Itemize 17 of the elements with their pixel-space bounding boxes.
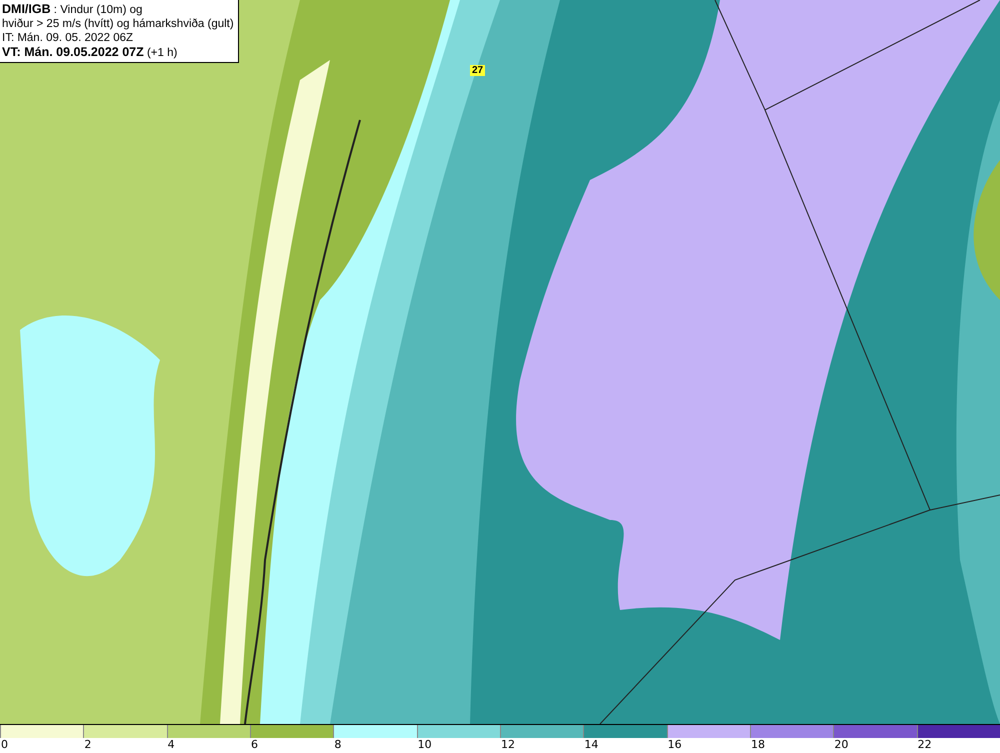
legend-tick-label: 22 <box>916 738 933 752</box>
legend-tick-label: 20 <box>833 738 850 752</box>
title-text: VT: Mán. 09.05.2022 07Z (+1 h) <box>2 45 178 60</box>
title-text: hviður > 25 m/s (hvítt) og hámarkshviða (gult) <box>2 17 234 31</box>
legend-tick-label: 10 <box>416 738 433 752</box>
legend-tick-label: 14 <box>583 738 600 752</box>
legend-tick-label: 18 <box>750 738 766 752</box>
gust-label: 27 <box>470 65 486 76</box>
title-text: IT: Mán. 09. 05. 2022 06Z <box>2 31 134 45</box>
legend-tick-label: 8 <box>333 738 342 752</box>
legend-tick-label: 12 <box>500 738 516 752</box>
legend-tick-label: 16 <box>666 738 683 752</box>
title-text: DMI/IGB : Vindur (10m) og <box>2 2 144 17</box>
legend-tick-label: 2 <box>83 738 92 752</box>
legend-tick-label: 4 <box>166 738 176 752</box>
legend-tick-label: 6 <box>250 738 259 752</box>
legend-tick-label: 0 <box>0 738 9 752</box>
